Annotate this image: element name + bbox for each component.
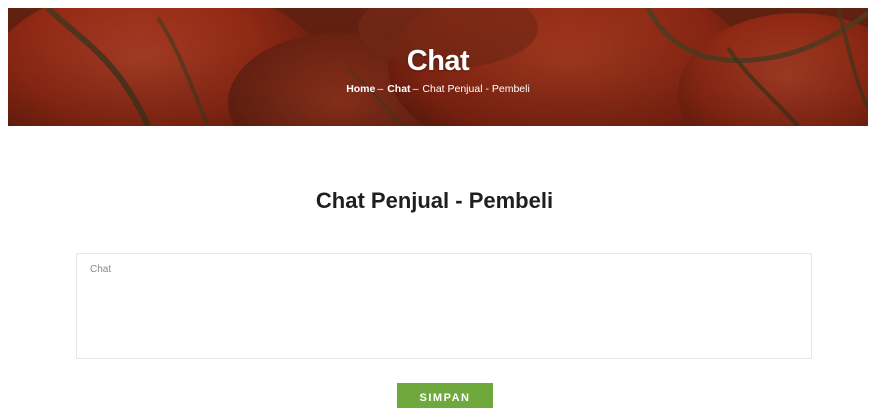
hero-banner: Chat Home – Chat – Chat Penjual - Pembeli xyxy=(8,8,868,126)
hero-title: Chat xyxy=(406,45,470,77)
page: Chat Home – Chat – Chat Penjual - Pembeli Ch… xyxy=(0,0,869,408)
chat-textarea[interactable] xyxy=(76,253,812,359)
save-button[interactable]: SIMPAN xyxy=(397,383,493,408)
breadcrumb-home-link[interactable]: Home xyxy=(346,83,375,95)
breadcrumb-current: Chat Penjual - Pembeli xyxy=(422,83,530,95)
breadcrumb: Home – Chat – Chat Penjual - Pembeli xyxy=(8,82,868,96)
breadcrumb-chat-link[interactable]: Chat xyxy=(387,83,410,95)
breadcrumb-separator: – xyxy=(377,83,384,95)
breadcrumb-separator: – xyxy=(412,83,419,95)
section-title: Chat Penjual - Pembeli xyxy=(315,188,554,213)
